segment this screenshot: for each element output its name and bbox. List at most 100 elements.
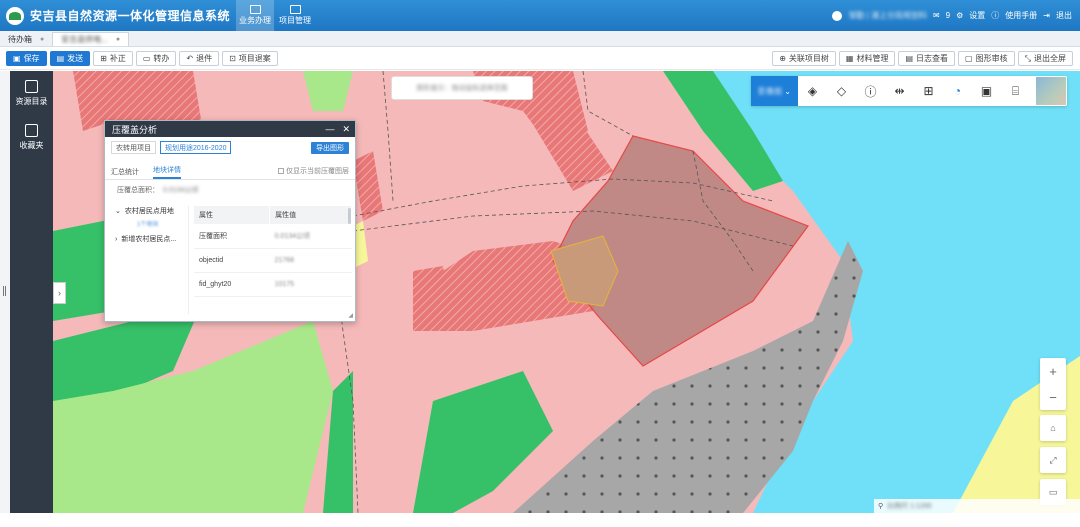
tree-node-label: 农村居民点用地 xyxy=(124,208,174,215)
return-label: 退件 xyxy=(196,54,213,63)
home-button[interactable]: ⌂ xyxy=(1040,415,1066,441)
attr-key: objectid xyxy=(194,248,270,273)
shape-review-button[interactable]: ▢ 图形审核 xyxy=(958,51,1015,66)
return-button[interactable]: ↶ 退件 xyxy=(179,51,220,66)
area-value: 0.0134公顷 xyxy=(163,187,199,194)
send-button[interactable]: ▤ 发送 xyxy=(49,51,91,66)
save-label: 保存 xyxy=(23,54,40,63)
material-label: 材料管理 xyxy=(856,54,889,63)
log-button[interactable]: ▤ 日志查看 xyxy=(898,51,956,66)
chevron-down-icon: ⌄ xyxy=(784,86,791,96)
tab-project-detail[interactable]: 安吉县供电... ● xyxy=(52,32,130,46)
pie-icon[interactable]: ◔ xyxy=(943,76,972,106)
legend-icon: ▭ xyxy=(1048,486,1058,497)
tree-node-new-rural[interactable]: › 新增农村居民点... xyxy=(115,234,188,244)
save-icon: ▣ xyxy=(13,54,21,63)
message-count[interactable]: 9 xyxy=(946,11,950,20)
withdraw-button[interactable]: ⊡ 项目退案 xyxy=(222,51,278,66)
tab-close-icon[interactable]: ● xyxy=(40,36,44,43)
close-icon[interactable]: ✕ xyxy=(342,124,350,135)
catalog-icon xyxy=(25,79,38,93)
fullscreen-button[interactable]: ⤢ xyxy=(1040,447,1066,473)
logout-icon[interactable]: ⇥ xyxy=(1043,11,1050,20)
export-button[interactable]: 导出图形 xyxy=(311,141,349,154)
sidebar-collapse-strip[interactable] xyxy=(0,71,10,513)
resize-handle-icon[interactable]: ◢ xyxy=(348,312,353,319)
drag-handle-icon[interactable] xyxy=(3,286,6,296)
compare-icon[interactable]: ⇹ xyxy=(885,76,914,106)
sidebar-item-catalog[interactable]: 资源目录 xyxy=(10,71,53,115)
tab-close-icon[interactable]: ● xyxy=(116,36,120,43)
toolbox-icon[interactable]: ⌸ xyxy=(1001,76,1030,106)
attr-header-key: 属性 xyxy=(194,206,271,224)
send-icon: ▤ xyxy=(56,54,65,63)
zoom-control: + − xyxy=(1040,358,1066,410)
green-strip-center xyxy=(413,371,553,513)
tree-node-rural-residential[interactable]: ⌄ 农村居民点用地 xyxy=(115,206,188,216)
gallery-icon[interactable]: ▣ xyxy=(972,76,1001,106)
related-tree-button[interactable]: ⊕ 关联项目树 xyxy=(772,51,836,66)
stack-icon[interactable]: ◇ xyxy=(827,76,856,106)
gear-icon[interactable]: ⚙ xyxy=(956,11,963,20)
message-icon[interactable]: ✉ xyxy=(933,11,940,20)
manual-link[interactable]: 使用手册 xyxy=(1005,10,1037,21)
table-row: objectid 21768 xyxy=(194,248,352,273)
action-toolbar: ▣ 保存 ▤ 发送 ⊞ 补正 ▭ 转办 ↶ 退件 ⊡ 项目退案 ⊕ 关联项目树 ▦ 材料管理 ▤… xyxy=(0,48,1080,70)
table-row: 压覆面积 0.0134公顷 xyxy=(194,224,352,249)
tab-plan-use-label: 规划用途2016-2020 xyxy=(165,144,227,152)
log-icon: ▤ xyxy=(905,54,914,63)
table-scrollbar[interactable] xyxy=(348,208,351,224)
logout-link[interactable]: 退出 xyxy=(1056,10,1072,21)
supplement-button[interactable]: ⊞ 补正 xyxy=(93,51,133,66)
info-icon[interactable]: ⓘ xyxy=(856,76,885,106)
minimize-icon[interactable]: — xyxy=(325,124,334,135)
nav-project-label: 项目管理 xyxy=(279,16,312,25)
search-icon[interactable]: ⚲ xyxy=(878,502,883,510)
tab-project-label: 安吉县供电... xyxy=(61,35,108,44)
settings-link[interactable]: 设置 xyxy=(969,10,985,21)
chevron-down-icon[interactable]: ⌄ xyxy=(115,207,121,215)
checkbox-icon[interactable] xyxy=(278,168,284,174)
chevron-right-icon[interactable]: › xyxy=(115,236,117,243)
material-button[interactable]: ▦ 材料管理 xyxy=(838,51,896,66)
save-button[interactable]: ▣ 保存 xyxy=(6,51,47,66)
hatched-parcel-6 xyxy=(413,266,448,301)
panel-header[interactable]: 压覆盖分析 — ✕ xyxy=(105,121,355,137)
tab-summary[interactable]: 汇总统计 xyxy=(111,167,139,179)
tab-todo-label: 待办箱 xyxy=(8,34,32,44)
nav-business[interactable]: 业务办理 xyxy=(236,0,275,31)
expand-panel-button[interactable]: › xyxy=(53,282,66,304)
help-icon[interactable]: ⓘ xyxy=(991,10,999,21)
sidebar-item-label: 资源目录 xyxy=(15,96,48,106)
exit-fullscreen-button[interactable]: ⤡ 退出全屏 xyxy=(1017,51,1073,66)
nav-project[interactable]: 项目管理 xyxy=(276,0,314,31)
transfer-icon: ▭ xyxy=(142,54,151,63)
attr-value: 21768 xyxy=(269,248,352,273)
basemap-select[interactable]: 影像图 ⌄ xyxy=(751,76,798,106)
map-search-tip[interactable]: 图形提示：拖动鼠标选择范围 xyxy=(391,76,533,100)
overview-map-thumbnail[interactable] xyxy=(1036,77,1066,105)
tab-todo[interactable]: 待办箱 ● xyxy=(0,32,52,46)
hatched-parcel-2 xyxy=(353,151,383,221)
add-icon[interactable]: ⊞ xyxy=(914,76,943,106)
export-label: 导出图形 xyxy=(316,144,344,152)
tree-node-count[interactable]: 1个地块 xyxy=(137,219,188,228)
tab-agri-project[interactable]: 农转用项目 xyxy=(111,141,156,154)
project-icon xyxy=(289,5,301,14)
tab-plan-use[interactable]: 规划用途2016-2020 xyxy=(160,141,232,154)
basemap-select-value: 影像图 xyxy=(758,86,783,96)
table-row: fid_ghyt20 10175 xyxy=(194,272,352,297)
sidebar-item-favorites[interactable]: 收藏夹 xyxy=(10,115,53,159)
layers-icon[interactable]: ◈ xyxy=(798,76,827,106)
edit-icon: ⊞ xyxy=(100,54,107,63)
show-current-checkbox[interactable]: 仅显示当前压覆图层 xyxy=(278,166,355,179)
zoom-in-button[interactable]: + xyxy=(1040,358,1066,384)
zoom-out-button[interactable]: − xyxy=(1040,384,1066,410)
withdraw-label: 项目退案 xyxy=(238,54,271,63)
supplement-label: 补正 xyxy=(109,54,126,63)
attr-value: 10175 xyxy=(269,272,352,297)
transfer-button[interactable]: ▭ 转办 xyxy=(135,51,177,66)
tab-detail[interactable]: 地块详情 xyxy=(153,165,181,179)
user-icon xyxy=(832,10,843,21)
user-name[interactable]: 邹勤 | 浦上分局规划科 xyxy=(848,10,927,21)
